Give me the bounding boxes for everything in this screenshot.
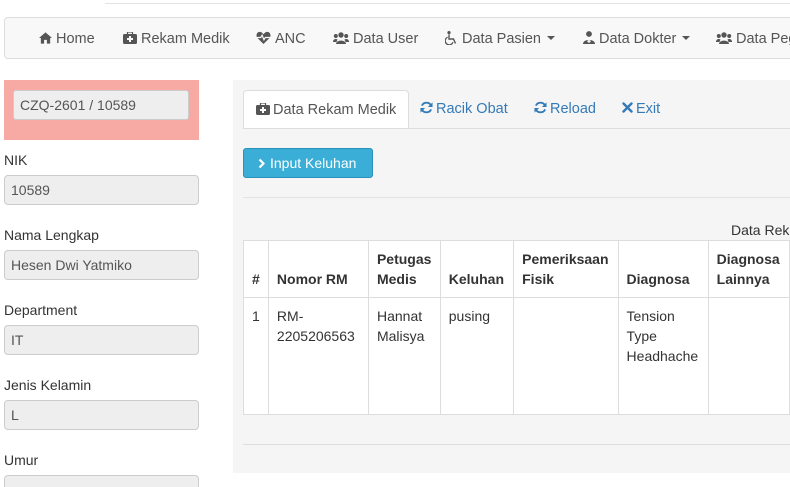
main-navbar: Home Rekam Medik ANC Data User Data Pasi… xyxy=(4,17,790,59)
rekam-medik-panel: Data Rekam Medik Racik Obat Reload Exit … xyxy=(233,80,790,473)
department-label: Department xyxy=(4,302,78,318)
jenis-kelamin-field[interactable]: L xyxy=(4,400,199,430)
table-row[interactable]: 1 RM-2205206563 Hannat Malisya pusing Te… xyxy=(243,297,790,415)
tab-racik-obat-label: Racik Obat xyxy=(436,101,508,117)
medkit-icon xyxy=(256,102,270,115)
tab-reload-label: Reload xyxy=(550,101,596,117)
nama-lengkap-label: Nama Lengkap xyxy=(4,227,99,243)
nav-data-pegawai-label: Data Peg xyxy=(736,31,790,47)
cell-no: 1 xyxy=(243,297,269,415)
col-header-keluhan[interactable]: Keluhan xyxy=(439,240,515,298)
department-field[interactable]: IT xyxy=(4,325,199,355)
user-md-icon xyxy=(583,31,595,45)
umur-field[interactable] xyxy=(4,475,199,487)
cell-petugas-medis: Hannat Malisya xyxy=(367,297,441,415)
nav-home[interactable]: Home xyxy=(39,18,95,60)
cell-pemeriksaan-fisik xyxy=(513,297,619,415)
section-divider xyxy=(243,197,790,198)
heartbeat-icon xyxy=(256,32,271,45)
nav-rekam-medik[interactable]: Rekam Medik xyxy=(123,18,230,60)
tab-data-rekam-medik[interactable]: Data Rekam Medik xyxy=(243,90,410,129)
home-icon xyxy=(39,32,52,44)
nav-data-user[interactable]: Data User xyxy=(333,18,418,60)
nav-anc-label: ANC xyxy=(275,31,306,47)
nav-data-user-label: Data User xyxy=(353,31,419,47)
cell-diagnosa-lainnya xyxy=(707,297,790,415)
cell-keluhan: pusing xyxy=(439,297,515,415)
nik-field[interactable]: 10589 xyxy=(4,175,199,205)
nav-rekam-medik-label: Rekam Medik xyxy=(141,31,230,47)
nav-data-pasien[interactable]: Data Pasien xyxy=(444,18,555,60)
chevron-down-icon xyxy=(547,36,555,41)
col-header-diagnosa[interactable]: Diagnosa xyxy=(617,240,709,298)
tab-exit[interactable]: Exit xyxy=(610,90,672,128)
col-header-diagnosa-lainnya[interactable]: Diagnosa Lainnya xyxy=(707,240,790,298)
top-edge-line xyxy=(105,0,790,4)
nav-data-pegawai[interactable]: Data Peg xyxy=(716,18,790,60)
input-keluhan-button[interactable]: Input Keluhan xyxy=(243,148,373,178)
cell-nomor-rm: RM-2205206563 xyxy=(267,297,369,415)
nav-anc[interactable]: ANC xyxy=(256,18,306,60)
close-icon xyxy=(622,102,633,113)
col-header-pemeriksaan-fisik[interactable]: Pemeriksaan Fisik xyxy=(513,240,619,298)
patient-id-field[interactable]: CZQ-2601 / 10589 xyxy=(13,90,189,120)
table-footer-divider xyxy=(243,444,790,445)
refresh-icon xyxy=(534,101,547,114)
nav-data-pasien-label: Data Pasien xyxy=(462,31,541,47)
tab-exit-label: Exit xyxy=(636,101,661,117)
rekam-medik-table-container: # Nomor RM Petugas Medis Keluhan Pemerik… xyxy=(243,240,790,415)
table-header-row: # Nomor RM Petugas Medis Keluhan Pemerik… xyxy=(243,240,790,298)
refresh-icon xyxy=(420,101,433,114)
nav-home-label: Home xyxy=(56,31,95,47)
nama-lengkap-field[interactable]: Hesen Dwi Yatmiko xyxy=(4,250,199,280)
tab-divider xyxy=(243,128,790,129)
cell-diagnosa: Tension Type Headhache xyxy=(617,297,709,415)
tab-data-rekam-medik-label: Data Rekam Medik xyxy=(273,102,397,118)
wheelchair-icon xyxy=(444,30,457,46)
nik-label: NIK xyxy=(4,152,28,168)
input-keluhan-label: Input Keluhan xyxy=(270,155,357,171)
users-icon xyxy=(716,31,732,44)
col-header-nomor-rm[interactable]: Nomor RM xyxy=(267,240,369,298)
chevron-right-icon xyxy=(258,158,266,169)
jenis-kelamin-label: Jenis Kelamin xyxy=(4,377,92,393)
col-header-petugas-medis[interactable]: Petugas Medis xyxy=(367,240,441,298)
col-header-no[interactable]: # xyxy=(243,240,269,298)
umur-label: Umur xyxy=(4,452,39,468)
table-caption: Data Rek xyxy=(731,222,790,238)
users-icon xyxy=(333,31,349,44)
tab-racik-obat[interactable]: Racik Obat xyxy=(408,90,520,128)
patient-id-box: CZQ-2601 / 10589 xyxy=(4,80,199,140)
nav-data-dokter-label: Data Dokter xyxy=(599,31,677,47)
rekam-medik-table: # Nomor RM Petugas Medis Keluhan Pemerik… xyxy=(243,240,790,415)
tab-reload[interactable]: Reload xyxy=(522,90,608,128)
nav-data-dokter[interactable]: Data Dokter xyxy=(583,18,691,60)
medkit-icon xyxy=(123,31,137,44)
chevron-down-icon xyxy=(682,36,691,41)
